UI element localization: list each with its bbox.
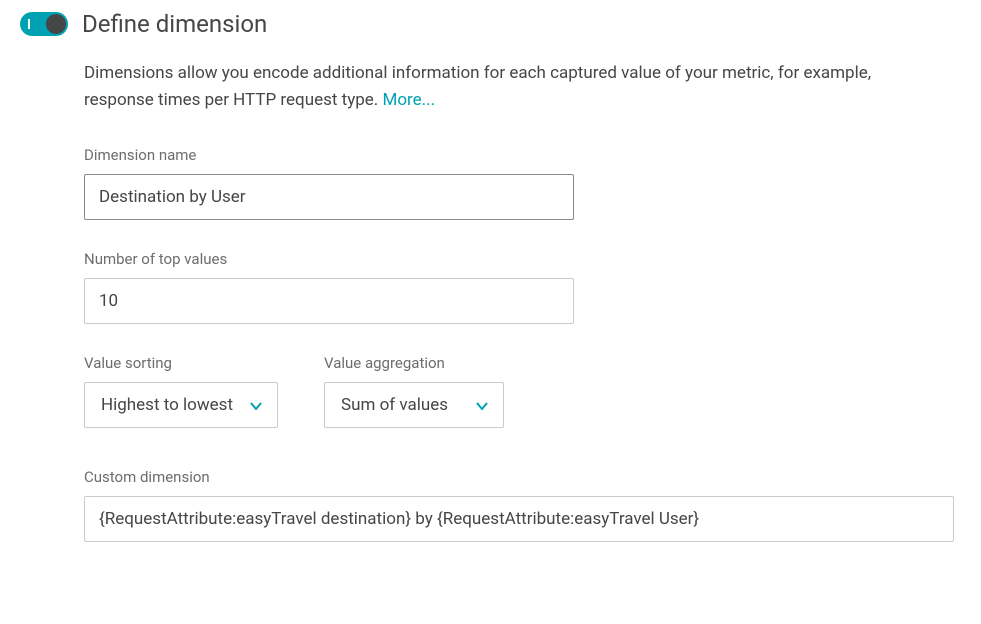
field-value-sorting: Value sorting Highest to lowest bbox=[84, 354, 278, 428]
custom-dimension-label: Custom dimension bbox=[84, 468, 940, 486]
section-description: Dimensions allow you encode additional i… bbox=[84, 60, 940, 114]
description-text: Dimensions allow you encode additional i… bbox=[84, 63, 871, 110]
toggle-on-indicator-icon bbox=[28, 19, 30, 29]
top-values-input[interactable] bbox=[84, 278, 574, 324]
more-link[interactable]: More... bbox=[383, 90, 436, 110]
field-top-values: Number of top values bbox=[84, 250, 940, 324]
value-aggregation-selected: Sum of values bbox=[341, 395, 448, 415]
field-value-aggregation: Value aggregation Sum of values bbox=[324, 354, 504, 428]
value-sorting-select[interactable]: Highest to lowest bbox=[84, 382, 278, 428]
chevron-down-icon bbox=[249, 398, 263, 412]
chevron-down-icon bbox=[475, 398, 489, 412]
value-aggregation-label: Value aggregation bbox=[324, 354, 504, 372]
custom-dimension-input[interactable] bbox=[84, 496, 954, 542]
dimension-name-input[interactable] bbox=[84, 174, 574, 220]
value-sorting-label: Value sorting bbox=[84, 354, 278, 372]
top-values-label: Number of top values bbox=[84, 250, 940, 268]
field-dimension-name: Dimension name bbox=[84, 146, 940, 220]
section-content: Dimensions allow you encode additional i… bbox=[20, 60, 940, 542]
toggle-knob-icon bbox=[46, 14, 66, 34]
dimension-name-label: Dimension name bbox=[84, 146, 940, 164]
section-title: Define dimension bbox=[82, 10, 267, 38]
field-custom-dimension: Custom dimension bbox=[84, 468, 940, 542]
sorting-aggregation-row: Value sorting Highest to lowest Value ag… bbox=[84, 354, 940, 428]
value-aggregation-select[interactable]: Sum of values bbox=[324, 382, 504, 428]
toggle-define-dimension[interactable] bbox=[20, 12, 68, 36]
section-header: Define dimension bbox=[20, 10, 961, 38]
value-sorting-selected: Highest to lowest bbox=[101, 395, 233, 415]
